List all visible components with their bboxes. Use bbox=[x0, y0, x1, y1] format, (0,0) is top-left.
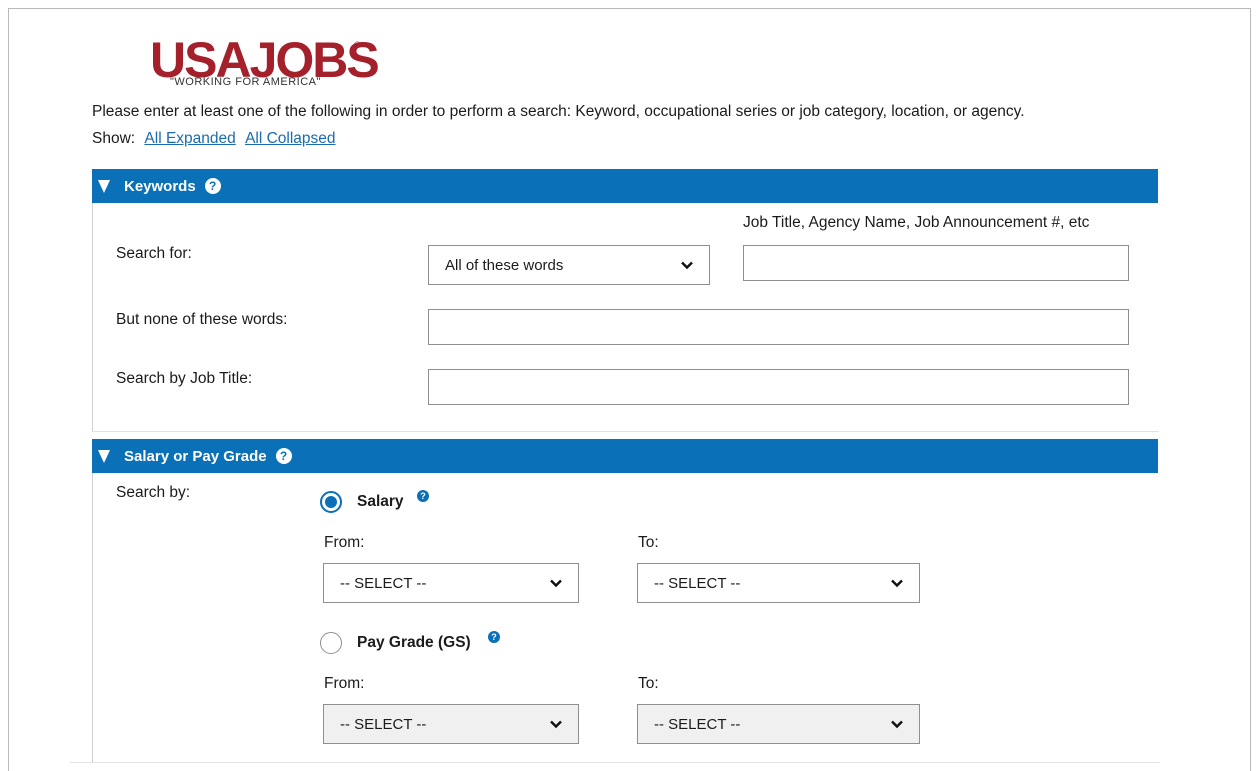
salary-panel-body bbox=[92, 473, 1159, 763]
pay-grade-radio-label[interactable]: Pay Grade (GS) bbox=[357, 634, 471, 652]
pay-grade-radio[interactable] bbox=[320, 632, 342, 654]
salary-radio[interactable] bbox=[320, 491, 342, 513]
show-label: Show: bbox=[92, 130, 136, 147]
collapse-triangle-icon bbox=[98, 449, 110, 463]
salary-header-label: Salary or Pay Grade bbox=[124, 447, 267, 465]
keywords-panel-header[interactable]: Keywords ? bbox=[92, 169, 1158, 203]
chevron-down-icon bbox=[681, 261, 693, 270]
grade-from-select[interactable]: -- SELECT -- bbox=[323, 704, 579, 744]
search-by-label: Search by: bbox=[116, 484, 191, 501]
usajobs-logo: USAJOBS ® "WORKING FOR AMERICA" bbox=[150, 32, 380, 90]
show-toggle-row: Show: All Expanded All Collapsed bbox=[92, 130, 336, 148]
chevron-down-icon bbox=[550, 720, 562, 729]
none-of-these-input[interactable] bbox=[428, 309, 1129, 345]
search-for-label: Search for: bbox=[116, 245, 192, 262]
salary-from-value: -- SELECT -- bbox=[340, 574, 427, 592]
search-instructions: Please enter at least one of the followi… bbox=[92, 103, 1025, 120]
salary-panel-header[interactable]: Salary or Pay Grade ? bbox=[92, 439, 1158, 473]
salary-to-value: -- SELECT -- bbox=[654, 574, 741, 592]
salary-from-select[interactable]: -- SELECT -- bbox=[323, 563, 579, 603]
frame-border-top bbox=[8, 8, 1251, 9]
all-collapsed-link[interactable]: All Collapsed bbox=[245, 130, 335, 147]
bottom-divider bbox=[70, 762, 1160, 763]
keywords-hint: Job Title, Agency Name, Job Announcement… bbox=[743, 214, 1090, 231]
job-title-input[interactable] bbox=[428, 369, 1129, 405]
none-of-these-label: But none of these words: bbox=[116, 311, 288, 328]
chevron-down-icon bbox=[550, 579, 562, 588]
grade-to-label: To: bbox=[638, 675, 659, 692]
chevron-down-icon bbox=[891, 720, 903, 729]
search-mode-select[interactable]: All of these words bbox=[428, 245, 710, 285]
frame-border-right bbox=[1250, 8, 1251, 771]
search-for-input[interactable] bbox=[743, 245, 1129, 281]
grade-to-value: -- SELECT -- bbox=[654, 715, 741, 733]
grade-from-label: From: bbox=[324, 675, 365, 692]
all-expanded-link[interactable]: All Expanded bbox=[144, 130, 235, 147]
salary-from-label: From: bbox=[324, 534, 365, 551]
grade-to-select[interactable]: -- SELECT -- bbox=[637, 704, 920, 744]
keywords-header-label: Keywords bbox=[124, 177, 196, 195]
salary-to-select[interactable]: -- SELECT -- bbox=[637, 563, 920, 603]
salary-to-label: To: bbox=[638, 534, 659, 551]
logo-registered-mark: ® bbox=[354, 40, 361, 50]
search-mode-value: All of these words bbox=[445, 256, 564, 274]
grade-from-value: -- SELECT -- bbox=[340, 715, 427, 733]
collapse-triangle-icon bbox=[98, 179, 110, 193]
salary-help-icon[interactable]: ? bbox=[275, 448, 292, 464]
pay-grade-help-icon[interactable]: ? bbox=[488, 631, 500, 643]
job-title-label: Search by Job Title: bbox=[116, 370, 253, 387]
chevron-down-icon bbox=[891, 579, 903, 588]
keywords-help-icon[interactable]: ? bbox=[204, 178, 221, 194]
salary-help-icon[interactable]: ? bbox=[417, 490, 429, 502]
logo-tagline: "WORKING FOR AMERICA" bbox=[170, 76, 321, 88]
salary-radio-label[interactable]: Salary bbox=[357, 493, 404, 511]
frame-border-left bbox=[8, 8, 9, 771]
